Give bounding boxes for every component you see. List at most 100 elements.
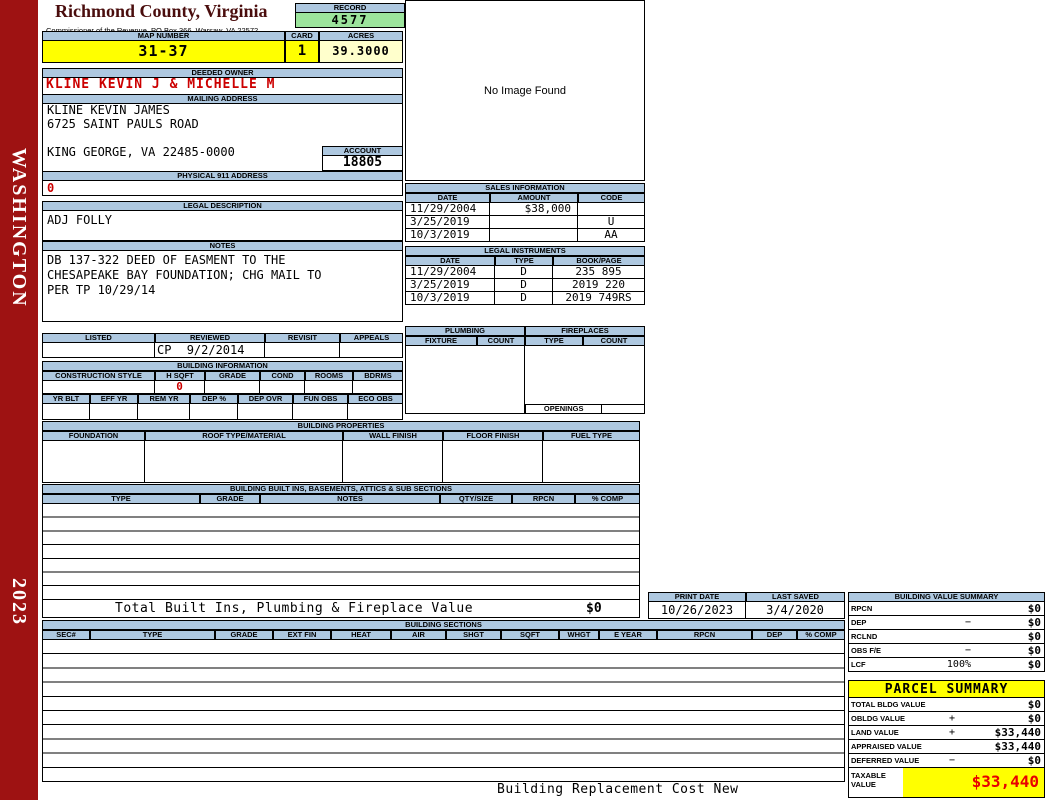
col-pct-comp: % COMP (797, 630, 845, 640)
plumbing-title: PLUMBING (405, 326, 525, 336)
notes-block: DB 137-322 DEED OF EASMENT TO THE CHESAP… (42, 251, 403, 322)
sale-date: 11/29/2004 (405, 203, 490, 216)
taxable-value-label: TAXABLE VALUE (848, 768, 903, 798)
summary-row: OBLDG VALUE + $0 (848, 712, 1045, 726)
sales-header-row: DATE AMOUNT CODE (405, 193, 645, 203)
building-properties-body (42, 441, 640, 483)
print-date-value: 10/26/2023 (648, 602, 746, 619)
total-bldg-value-label: TOTAL BLDG VALUE (848, 698, 945, 712)
taxable-value-row: TAXABLE VALUE $33,440 (848, 768, 1045, 798)
review-col-revisit: REVISIT (265, 333, 340, 343)
col-rpcn: RPCN (512, 494, 575, 504)
review-data-row: CP 9/2/2014 (42, 343, 403, 358)
col-sqft: SQFT (501, 630, 559, 640)
record-label: RECORD (295, 3, 405, 13)
acres-value: 39.3000 (319, 41, 403, 63)
building-sections-empty-rows (42, 640, 845, 782)
col-ext-fin: EXT FIN (273, 630, 331, 640)
h-sqft-value: 0 (155, 381, 205, 394)
deferred-value-op: − (945, 754, 959, 768)
roof-type-material-value (145, 441, 343, 483)
table-row: 3/25/2019 U (405, 216, 645, 229)
col-eff-yr: EFF YR (90, 394, 138, 404)
table-row: 10/3/2019 D 2019 749RS (405, 292, 645, 305)
map-number-label: MAP NUMBER (42, 31, 285, 41)
col-heat: HEAT (331, 630, 391, 640)
col-roof-type-material: ROOF TYPE/MATERIAL (145, 431, 343, 441)
card-label: CARD (285, 31, 319, 41)
record-value: 4577 (295, 13, 405, 28)
rpcn-op (943, 602, 973, 616)
building-info-data-row-1: 0 (42, 381, 403, 394)
sale-amount: $38,000 (490, 203, 578, 216)
acres-label: ACRES (319, 31, 403, 41)
plumbing-col-count: COUNT (477, 336, 525, 346)
legal-instruments-title: LEGAL INSTRUMENTS (405, 246, 645, 256)
sale-code: U (578, 216, 645, 229)
col-fuel-type: FUEL TYPE (543, 431, 640, 441)
reviewed-by: CP (157, 343, 172, 357)
col-rooms: ROOMS (305, 371, 353, 381)
dep-label: DEP (848, 616, 943, 630)
eff-yr-value (90, 404, 138, 420)
property-record-card: WASHINGTON 2023 Richmond County, Virgini… (0, 0, 1050, 800)
cond-value (260, 381, 305, 394)
col-rem-yr: REM YR (138, 394, 190, 404)
li-col-bookpage: BOOK/PAGE (553, 256, 645, 266)
summary-row: APPRAISED VALUE $33,440 (848, 740, 1045, 754)
built-ins-title: BUILDING BUILT INS, BASEMENTS, ATTICS & … (42, 484, 640, 494)
grade-value (205, 381, 260, 394)
built-ins-total-label: Total Built Ins, Plumbing & Fireplace Va… (115, 601, 474, 616)
summary-row: RPCN $0 (848, 602, 1045, 616)
notes-label: NOTES (42, 241, 403, 251)
notes-line: DB 137-322 DEED OF EASMENT TO THE (47, 253, 286, 267)
col-grade: GRADE (200, 494, 260, 504)
sidebar: WASHINGTON 2023 (0, 0, 38, 800)
built-ins-empty-rows (42, 504, 640, 600)
col-yr-blt: YR BLT (42, 394, 90, 404)
reviewed-date: 9/2/2014 (186, 343, 245, 357)
col-shgt: SHGT (446, 630, 501, 640)
mailing-line (47, 131, 402, 145)
li-bookpage: 2019 220 (553, 279, 645, 292)
taxable-value: $33,440 (903, 768, 1045, 798)
summary-row: OBS F/E − $0 (848, 644, 1045, 658)
card-value: 1 (285, 41, 319, 63)
building-value-summary-block: BUILDING VALUE SUMMARY RPCN $0 DEP − $0 … (848, 592, 1045, 672)
property-photo-placeholder: No Image Found (405, 0, 645, 181)
table-row: 11/29/2004 $38,000 (405, 203, 645, 216)
review-col-reviewed: REVIEWED (155, 333, 265, 343)
obs-fe-op: − (943, 644, 973, 658)
map-number-value: 31-37 (42, 41, 285, 63)
li-col-date: DATE (405, 256, 495, 266)
map-card-acres-block: MAP NUMBER CARD ACRES 31-37 1 39.3000 (42, 31, 403, 63)
rooms-value (305, 381, 353, 394)
sales-col-amount: AMOUNT (490, 193, 578, 203)
review-header-row: LISTED REVIEWED REVISIT APPEALS (42, 333, 403, 343)
col-type: TYPE (90, 630, 215, 640)
account-block: ACCOUNT 18805 (322, 146, 403, 171)
summary-row: RCLND $0 (848, 630, 1045, 644)
sales-information-title: SALES INFORMATION (405, 183, 645, 193)
obs-fe-value: $0 (973, 644, 1045, 658)
building-information-title: BUILDING INFORMATION (42, 361, 403, 371)
summary-row: DEFERRED VALUE − $0 (848, 754, 1045, 768)
openings-value (602, 404, 644, 414)
record-block: RECORD 4577 (295, 3, 405, 28)
col-notes: NOTES (260, 494, 440, 504)
legal-description-value: ADJ FOLLY (42, 211, 403, 241)
parcel-summary-title: PARCEL SUMMARY (848, 680, 1045, 698)
li-bookpage: 2019 749RS (553, 292, 645, 305)
print-date-label: PRINT DATE (648, 592, 746, 602)
sidebar-district-label: WASHINGTON (8, 148, 30, 308)
col-grade: GRADE (205, 371, 260, 381)
sale-code (578, 203, 645, 216)
building-sections-title: BUILDING SECTIONS (42, 620, 845, 630)
summary-row: DEP − $0 (848, 616, 1045, 630)
li-bookpage: 235 895 (553, 266, 645, 279)
rclnd-label: RCLND (848, 630, 943, 644)
dep-ovr-value (238, 404, 293, 420)
physical-911-address-label: PHYSICAL 911 ADDRESS (42, 171, 403, 181)
deferred-value-label: DEFERRED VALUE (848, 754, 945, 768)
col-fun-obs: FUN OBS (293, 394, 348, 404)
